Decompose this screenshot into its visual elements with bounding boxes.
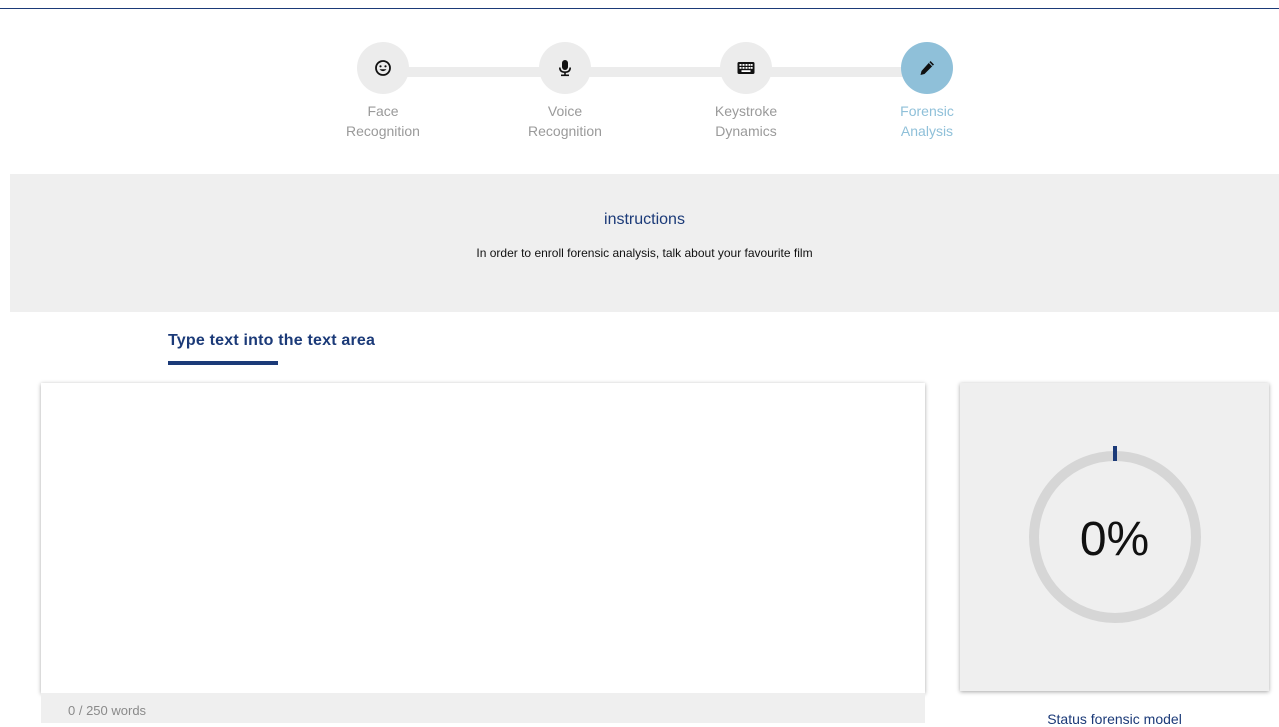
step-circle — [901, 42, 953, 94]
progress-percent: 0% — [1079, 513, 1150, 566]
progress-ring-marker — [1113, 446, 1117, 461]
step-label: Keystroke Dynamics — [714, 103, 778, 139]
step-circle — [357, 42, 409, 94]
step-label: Face Recognition — [346, 103, 420, 139]
instructions-text: In order to enroll forensic analysis, ta… — [476, 246, 813, 260]
word-count: 0 / 250 words — [68, 703, 147, 718]
progress-card: 0% — [960, 383, 1269, 691]
step-label: Voice Recognition — [528, 103, 602, 139]
instructions-title: instructions — [604, 211, 685, 228]
step-circle — [720, 42, 772, 94]
enrollment-stepper: Face Recognition Voice Recognition Keyst… — [0, 0, 1279, 170]
step-forensic-analysis[interactable]: Forensic Analysis — [872, 42, 982, 141]
pencil-icon — [920, 61, 934, 75]
status-forensic-model-label: Status forensic model — [1047, 711, 1182, 727]
forensic-text-area[interactable] — [41, 383, 925, 693]
section-heading: Type text into the text area — [168, 332, 376, 349]
step-circle — [539, 42, 591, 94]
keyboard-icon — [737, 62, 755, 74]
heading-underline — [168, 361, 278, 365]
microphone-icon — [559, 60, 571, 77]
step-face-recognition[interactable]: Face Recognition — [328, 42, 438, 141]
step-keystroke-dynamics[interactable]: Keystroke Dynamics — [691, 42, 801, 141]
step-label: Forensic Analysis — [900, 103, 954, 139]
step-voice-recognition[interactable]: Voice Recognition — [510, 42, 620, 141]
stepper-track — [383, 67, 928, 77]
instructions-panel: instructions In order to enroll forensic… — [10, 174, 1279, 312]
word-count-bar: 0 / 250 words — [41, 693, 925, 723]
smile-icon — [375, 60, 391, 76]
text-area-card — [41, 383, 925, 693]
